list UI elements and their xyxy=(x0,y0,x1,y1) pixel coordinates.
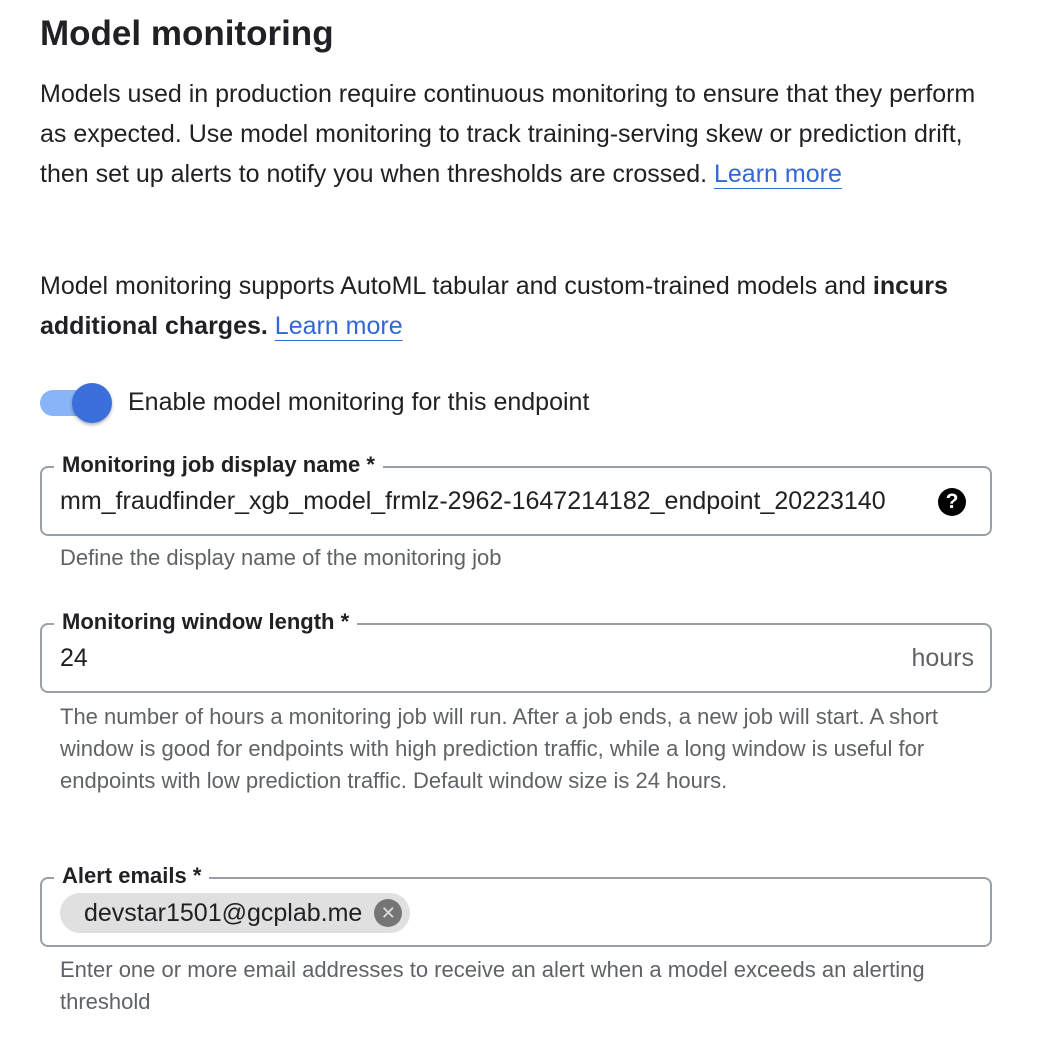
window-length-suffix: hours xyxy=(911,644,974,672)
support-paragraph: Model monitoring supports AutoML tabular… xyxy=(40,266,995,346)
intro-learn-more-link[interactable]: Learn more xyxy=(714,160,842,188)
enable-monitoring-toggle[interactable] xyxy=(40,380,112,424)
email-chip-text: devstar1501@gcplab.me xyxy=(84,898,363,927)
toggle-thumb xyxy=(72,383,112,423)
intro-paragraph: Models used in production require contin… xyxy=(40,74,995,194)
email-chip: devstar1501@gcplab.me ✕ xyxy=(60,893,411,933)
job-display-name-field[interactable]: Monitoring job display name * mm_fraudfi… xyxy=(40,451,992,536)
alert-emails-label: Alert emails * xyxy=(54,862,210,890)
window-length-helper: The number of hours a monitoring job wil… xyxy=(60,704,939,793)
window-length-label: Monitoring window length * xyxy=(54,608,358,636)
enable-monitoring-label: Enable model monitoring for this endpoin… xyxy=(128,387,590,416)
support-learn-more-link[interactable]: Learn more xyxy=(275,312,403,340)
window-length-field[interactable]: Monitoring window length * 24 hours xyxy=(40,608,992,693)
enable-monitoring-row: Enable model monitoring for this endpoin… xyxy=(40,378,589,426)
close-circle-icon[interactable]: ✕ xyxy=(374,899,403,927)
window-length-input[interactable]: 24 xyxy=(60,625,88,691)
job-display-name-helper: Define the display name of the monitorin… xyxy=(60,545,502,570)
job-display-name-input[interactable]: mm_fraudfinder_xgb_model_frmlz-2962-1647… xyxy=(60,468,908,534)
support-text: Model monitoring supports AutoML tabular… xyxy=(40,272,873,300)
help-circle-icon[interactable]: ? xyxy=(938,488,966,516)
alert-emails-helper: Enter one or more email addresses to rec… xyxy=(60,957,925,1014)
page-title: Model monitoring xyxy=(40,14,334,53)
alert-emails-field[interactable]: Alert emails * devstar1501@gcplab.me ✕ xyxy=(40,862,992,947)
